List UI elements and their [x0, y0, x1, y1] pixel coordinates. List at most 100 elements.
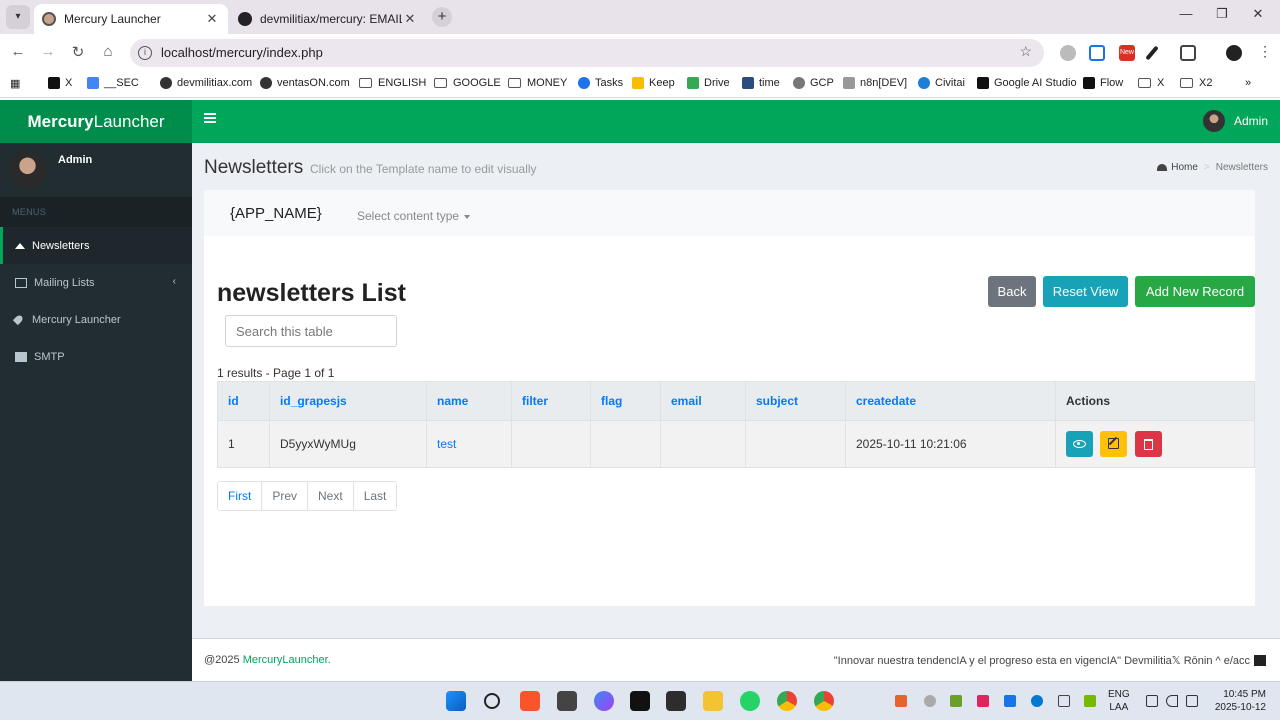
edit-button[interactable]: [1100, 431, 1128, 457]
reset-view-button[interactable]: Reset View: [1043, 276, 1128, 307]
bookmark-tasks[interactable]: Tasks: [578, 77, 623, 89]
column-header-createdate[interactable]: createdate: [845, 381, 1056, 421]
more-bookmarks-icon[interactable]: »: [1245, 77, 1251, 89]
page-first[interactable]: First: [218, 482, 263, 510]
apps-grid-icon[interactable]: ▦: [10, 77, 20, 90]
sidebar-item-mailing-lists[interactable]: Mailing Lists ‹: [0, 264, 192, 301]
back-button[interactable]: Back: [988, 276, 1036, 307]
system-clock[interactable]: 10:45 PM 2025-10-12: [1215, 688, 1266, 714]
sidebar-toggle-icon[interactable]: [204, 113, 216, 123]
bookmark-n8n[interactable]: n8n[DEV]: [843, 77, 907, 89]
brave-icon[interactable]: [520, 691, 540, 711]
column-header-subject[interactable]: subject: [745, 381, 846, 421]
bookmark-ventason[interactable]: ventasON.com: [260, 77, 350, 89]
sidebar-item-newsletters[interactable]: Newsletters: [0, 227, 192, 264]
close-tab-icon[interactable]: ✕: [204, 11, 220, 27]
browser-tab[interactable]: devmilitiax/mercury: EMAIL BU ✕: [230, 4, 426, 34]
bookmark-sec[interactable]: __SEC: [87, 77, 139, 89]
tray-icon[interactable]: [950, 695, 962, 707]
bookmark-flow[interactable]: Flow: [1083, 77, 1123, 89]
gemini-icon[interactable]: [594, 691, 614, 711]
puzzle-extensions-icon[interactable]: [1180, 45, 1196, 61]
content-type-dropdown[interactable]: Select content type: [357, 209, 471, 223]
minimize-icon[interactable]: —: [1176, 6, 1196, 21]
sidebar-item-mercury-launcher[interactable]: Mercury Launcher: [0, 301, 192, 338]
bookmark-drive[interactable]: Drive: [687, 77, 730, 89]
bookmark-star-icon[interactable]: ☆: [1019, 43, 1032, 60]
breadcrumb-home[interactable]: Home: [1171, 162, 1198, 173]
chrome-icon[interactable]: [777, 691, 797, 711]
battery-icon[interactable]: [1186, 695, 1198, 707]
restore-icon[interactable]: ❐: [1212, 6, 1232, 22]
eyedropper-icon[interactable]: [1145, 45, 1159, 61]
bookmark-keep[interactable]: Keep: [632, 77, 675, 89]
volume-icon[interactable]: [1166, 695, 1178, 707]
tray-app-icon[interactable]: [895, 695, 907, 707]
nvidia-icon[interactable]: [1084, 695, 1096, 707]
reload-icon[interactable]: ↻: [68, 43, 88, 61]
template-name-link[interactable]: test: [437, 437, 456, 451]
tab-search-icon[interactable]: ▾: [6, 5, 30, 29]
page-next[interactable]: Next: [308, 482, 354, 510]
shield-icon[interactable]: [1031, 695, 1043, 707]
whatsapp-icon[interactable]: [740, 691, 760, 711]
time-icon: [742, 77, 754, 89]
lightning-icon[interactable]: [1004, 695, 1016, 707]
url-bar[interactable]: i localhost/mercury/index.php ☆: [130, 39, 1044, 67]
bookmark-folder-x[interactable]: X: [1138, 77, 1164, 89]
browser-tab-active[interactable]: Mercury Launcher ✕: [34, 4, 228, 34]
language-indicator[interactable]: ENG LAA: [1108, 688, 1130, 714]
new-extension-badge[interactable]: New: [1119, 45, 1135, 61]
search-input[interactable]: [225, 315, 397, 347]
audio-wave-icon[interactable]: [977, 695, 989, 707]
network-icon[interactable]: [1146, 695, 1158, 707]
cell-filter: [511, 420, 591, 468]
forward-arrow-icon[interactable]: →: [38, 43, 58, 60]
usb-icon[interactable]: [1058, 695, 1070, 707]
close-tab-icon[interactable]: ✕: [402, 11, 418, 27]
app-logo[interactable]: MercuryLauncher: [0, 100, 192, 143]
footer-brand-link[interactable]: MercuryLauncher.: [243, 654, 331, 666]
bookmark-folder-money[interactable]: MONEY: [508, 77, 567, 89]
site-info-icon[interactable]: i: [138, 46, 152, 60]
add-new-record-button[interactable]: Add New Record: [1135, 276, 1255, 307]
view-button[interactable]: [1066, 431, 1093, 457]
bookmark-gcp[interactable]: GCP: [793, 77, 834, 89]
new-tab-button[interactable]: +: [432, 7, 452, 27]
column-header-flag[interactable]: flag: [590, 381, 661, 421]
bookmark-time[interactable]: time: [742, 77, 780, 89]
extension-icon[interactable]: [1089, 45, 1105, 61]
tray-icon[interactable]: [924, 695, 936, 707]
page-last[interactable]: Last: [354, 482, 397, 510]
profile-avatar[interactable]: [1226, 45, 1242, 61]
bookmark-ai-studio[interactable]: Google AI Studio: [977, 77, 1077, 89]
back-arrow-icon[interactable]: ←: [8, 43, 28, 60]
column-header-email[interactable]: email: [660, 381, 746, 421]
navbar-brand[interactable]: {APP_NAME}: [230, 205, 322, 222]
page-prev[interactable]: Prev: [262, 482, 309, 510]
app-icon[interactable]: [630, 691, 650, 711]
browser-menu-icon[interactable]: ⋮: [1258, 43, 1274, 59]
close-window-icon[interactable]: ✕: [1248, 6, 1268, 22]
bookmark-folder-google[interactable]: GOOGLE: [434, 77, 501, 89]
app-cube-icon[interactable]: [557, 691, 577, 711]
sidebar-item-smtp[interactable]: SMTP: [0, 338, 192, 375]
adblock-extension-icon[interactable]: [1060, 45, 1076, 61]
search-icon[interactable]: [484, 693, 500, 709]
column-header-name[interactable]: name: [426, 381, 512, 421]
column-header-filter[interactable]: filter: [511, 381, 591, 421]
bookmark-folder-x2[interactable]: X2: [1180, 77, 1212, 89]
file-explorer-icon[interactable]: [703, 691, 723, 711]
terminal-icon[interactable]: [666, 691, 686, 711]
delete-button[interactable]: [1134, 431, 1162, 457]
bookmark-devmilitiax[interactable]: devmilitiax.com: [160, 77, 252, 89]
column-header-id[interactable]: id: [217, 381, 270, 421]
home-browser-icon[interactable]: ⌂: [98, 43, 118, 60]
bookmark-x[interactable]: X: [48, 77, 72, 89]
bookmark-civitai[interactable]: Civitai: [918, 77, 965, 89]
chrome-profile-icon[interactable]: [814, 691, 834, 711]
bookmark-folder-english[interactable]: ENGLISH: [359, 77, 426, 89]
windows-start-icon[interactable]: [446, 691, 466, 711]
column-header-id-grapesjs[interactable]: id_grapesjs: [269, 381, 427, 421]
user-menu[interactable]: Admin: [1202, 110, 1268, 132]
